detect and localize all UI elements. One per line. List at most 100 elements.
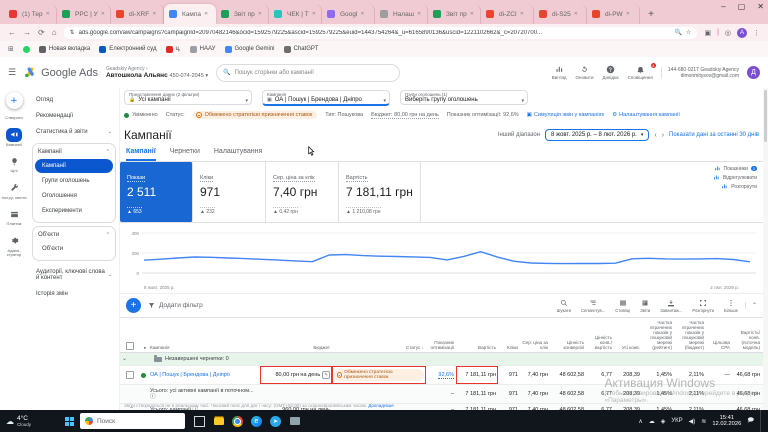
column-header-5[interactable]: Показник оптимізації bbox=[426, 318, 456, 352]
drafts-group-row[interactable]: ⌄Незавершені чернетки: 0 bbox=[120, 353, 763, 366]
mail-icon[interactable] bbox=[288, 415, 301, 428]
column-header-15[interactable]: Вартість/конв. (поточна модель) bbox=[732, 318, 762, 352]
browser-tab[interactable]: Googl✕ bbox=[322, 4, 375, 24]
filter-dropdown-1[interactable]: Кампанія▣ОА | Пошук | Брендова | Дніпро▾ bbox=[262, 90, 390, 106]
column-header-6[interactable]: Вартість bbox=[456, 318, 498, 352]
maximize-button[interactable]: ▢ bbox=[738, 2, 746, 11]
onedrive-icon[interactable]: ☁ bbox=[649, 418, 655, 425]
task-view-icon[interactable] bbox=[193, 415, 206, 428]
nav-stats[interactable]: Статистика й звіти⌄ bbox=[32, 124, 116, 140]
browser-menu-icon[interactable]: ⋮ bbox=[753, 29, 760, 37]
hamburger-menu-icon[interactable]: ☰ bbox=[8, 67, 16, 78]
drafts-expand-icon[interactable]: ⌄ bbox=[120, 353, 152, 365]
taskbar-search-input[interactable]: Поиск bbox=[80, 413, 185, 429]
bookmark-item[interactable]: ChatGPT bbox=[284, 46, 319, 53]
browser-tab[interactable]: di-S25✕ bbox=[534, 4, 587, 24]
start-button[interactable] bbox=[58, 417, 80, 426]
chrome-icon[interactable] bbox=[231, 415, 244, 428]
tab-налаштування[interactable]: Налаштування bbox=[214, 148, 262, 161]
opt-score-link[interactable]: 92,6% bbox=[438, 372, 454, 379]
header-action-help[interactable]: Довідка bbox=[602, 65, 618, 80]
edit-budget-icon[interactable]: ✎ bbox=[322, 371, 330, 379]
tab-close-icon[interactable]: ✕ bbox=[46, 11, 50, 17]
nav-campaigns-title[interactable]: Кампанії⌃ bbox=[35, 146, 113, 158]
column-header-9[interactable]: Цінність конверсій bbox=[550, 318, 586, 352]
tray-expand-icon[interactable]: ∧ bbox=[638, 418, 642, 425]
table-action-3[interactable]: Звіти bbox=[640, 299, 650, 313]
header-action-appearance[interactable]: Вигляд bbox=[552, 65, 567, 80]
tab-close-icon[interactable]: ✕ bbox=[312, 11, 316, 17]
home-icon[interactable]: ⌂ bbox=[52, 28, 57, 37]
action-center-icon[interactable]: 🗩 bbox=[747, 416, 754, 426]
tab-close-icon[interactable]: ✕ bbox=[258, 11, 262, 17]
browser-tab[interactable]: di-XRF✕ bbox=[111, 4, 164, 24]
language-indicator[interactable]: УКР bbox=[671, 418, 682, 424]
show-desktop-button[interactable] bbox=[760, 410, 764, 432]
side-action-2[interactable]: Розгорнути bbox=[721, 183, 757, 190]
scorecard-1[interactable]: Кліки971▲ 232 bbox=[193, 162, 266, 222]
campaign-settings-link[interactable]: ⚙Налаштування кампанії bbox=[612, 112, 680, 118]
reload-icon[interactable]: ⟳ bbox=[38, 28, 45, 37]
table-action-1[interactable]: Сегментув... bbox=[581, 299, 605, 313]
table-action-4[interactable]: Завантаж... bbox=[660, 299, 682, 313]
tab-close-icon[interactable]: ✕ bbox=[520, 11, 524, 17]
browser-tab[interactable]: Кампа✕ bbox=[164, 4, 216, 24]
address-bar[interactable]: ⇅ ads.google.com/aw/campaigns?campaignId… bbox=[64, 27, 698, 39]
nav-assets-title[interactable]: Об'єкти⌃ bbox=[35, 229, 113, 241]
nav-campaigns[interactable]: Кампанії bbox=[35, 159, 113, 173]
page-scrollbar[interactable] bbox=[763, 88, 768, 410]
site-info-icon[interactable]: ⇅ bbox=[70, 29, 75, 36]
side-action-0[interactable]: Показники2 bbox=[714, 165, 757, 172]
tab-чернетки[interactable]: Чернетки bbox=[170, 148, 200, 161]
taskbar-clock[interactable]: 15:41 12.02.2026 bbox=[712, 415, 741, 428]
rail-bulb[interactable]: Цілі bbox=[6, 154, 22, 174]
filter-dropdown-0[interactable]: Представлення даних (2 фільтри)🔒Усі камп… bbox=[124, 90, 252, 105]
rail-gear[interactable]: Адміні- стратор bbox=[0, 234, 28, 258]
new-tab-button[interactable]: + bbox=[644, 7, 658, 21]
tab-close-icon[interactable]: ✕ bbox=[470, 11, 474, 17]
nav-ads[interactable]: Оголошення bbox=[35, 189, 113, 203]
range-prev-icon[interactable]: ‹ bbox=[654, 132, 656, 139]
column-header-10[interactable]: Цінність конв./ вартість bbox=[586, 318, 614, 352]
browser-tab[interactable]: di-PW✕ bbox=[587, 4, 640, 24]
tab-close-icon[interactable]: ✕ bbox=[417, 11, 421, 17]
tab-close-icon[interactable]: ✕ bbox=[101, 11, 105, 17]
browser-avatar[interactable]: А bbox=[737, 28, 747, 38]
column-header-4[interactable]: Статус ↓ bbox=[332, 318, 426, 352]
last-30-days-link[interactable]: Показати дані за останні 30 днів bbox=[669, 132, 759, 138]
scorecard-3[interactable]: Вартість7 181,11 грн▲ 1 210,08 грн bbox=[339, 162, 421, 222]
bid-strategy-chip[interactable]: Обмежено стратегією призначення ставок bbox=[193, 111, 318, 119]
column-header-11[interactable]: Усі конв. bbox=[614, 318, 642, 352]
volume-icon[interactable]: ◀) bbox=[689, 418, 696, 425]
tab-close-icon[interactable]: ✕ bbox=[360, 11, 364, 17]
scorecard-2[interactable]: Сер. ціна за клік7,40 грн▲ 0,42 грн bbox=[266, 162, 339, 222]
add-filter-button[interactable]: Додати фільтр bbox=[148, 302, 203, 309]
date-range-picker[interactable]: 8 жовт. 2025 р. – 8 лют. 2026 р.▾ bbox=[545, 129, 649, 141]
browser-tab[interactable]: (1) Тер✕ bbox=[4, 4, 57, 24]
learn-more-link[interactable]: Докладніше bbox=[368, 403, 394, 408]
row-checkbox[interactable] bbox=[126, 371, 134, 379]
header-action-refresh[interactable]: Оновити bbox=[576, 65, 594, 80]
nav-history[interactable]: Історія змін bbox=[32, 286, 116, 302]
shield-icon[interactable]: ◈ bbox=[661, 418, 666, 425]
edge-icon[interactable]: e bbox=[250, 415, 263, 428]
column-header-12[interactable]: Частка втрачених показів у пошуковій мер… bbox=[642, 318, 674, 352]
forward-icon[interactable]: → bbox=[23, 28, 31, 37]
nav-recommendations[interactable]: Рекомендації bbox=[32, 108, 116, 124]
telegram-icon[interactable]: ➤ bbox=[269, 415, 282, 428]
minimize-button[interactable]: – bbox=[721, 2, 725, 11]
tab-close-icon[interactable]: ✕ bbox=[626, 11, 630, 17]
simulate-link[interactable]: ▣Симуляція змін у кампаніях bbox=[527, 112, 605, 118]
column-header-14[interactable]: Цільова CPA bbox=[706, 318, 732, 352]
nav-audiences[interactable]: Аудиторії, ключові слова й контент⌄ bbox=[32, 264, 116, 286]
campaign-name-link[interactable]: ОА | Пошук | Брендова | Дніпро bbox=[150, 372, 230, 378]
browser-tab[interactable]: PPC | У✕ bbox=[57, 4, 111, 24]
side-action-1[interactable]: Відрегулювати bbox=[713, 174, 757, 181]
create-button[interactable]: + bbox=[6, 92, 23, 109]
ads-search-input[interactable]: 🔍 Пошук сторінки або кампанії bbox=[216, 64, 400, 82]
rail-megaphone[interactable]: Кампанії bbox=[6, 128, 22, 148]
extensions-icon[interactable]: ▣ bbox=[704, 29, 711, 37]
file-explorer-icon[interactable] bbox=[212, 415, 225, 428]
network-icon[interactable]: ≋ bbox=[701, 418, 706, 425]
column-header-13[interactable]: Частка втрачених показів у пошуковій мер… bbox=[674, 318, 706, 352]
